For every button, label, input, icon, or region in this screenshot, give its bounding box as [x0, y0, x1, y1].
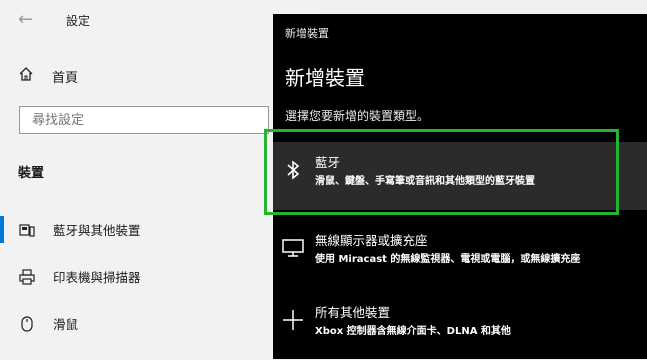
sidebar-item-label: 滑鼠: [53, 317, 79, 332]
plus-icon: [281, 308, 305, 332]
search-input[interactable]: [20, 107, 292, 133]
mouse-icon: [18, 315, 36, 333]
home-icon: [18, 66, 34, 86]
option-description: 滑鼠、鍵盤、手寫筆或音訊和其他類型的藍牙裝置: [315, 176, 535, 187]
sidebar-item-mouse[interactable]: 滑鼠: [0, 300, 320, 347]
active-indicator: [0, 263, 4, 290]
printer-icon: [18, 268, 36, 286]
option-wireless-display[interactable]: 無線顯示器或擴充座 使用 Miracast 的無線監視器、電視或電腦，或無線擴充…: [273, 220, 647, 288]
back-arrow-icon[interactable]: ←: [18, 10, 38, 30]
sidebar-item-label: 藍牙與其他裝置: [53, 223, 141, 238]
bluetooth-devices-icon: [18, 221, 36, 239]
option-name: 所有其他裝置: [315, 305, 391, 320]
window-title: 設定: [66, 14, 91, 28]
home-label: 首頁: [52, 70, 79, 86]
dialog-subtitle: 選擇您要新增的裝置類型。: [285, 109, 430, 123]
sidebar-item-bluetooth[interactable]: 藍牙與其他裝置: [0, 206, 320, 253]
sidebar-nav: 藍牙與其他裝置 印表機與掃描器 滑鼠: [0, 206, 320, 347]
option-description: 使用 Miracast 的無線監視器、電視或電腦，或無線擴充座: [315, 254, 581, 265]
active-indicator: [0, 310, 4, 337]
add-device-dialog: 新增裝置 新增裝置 選擇您要新增的裝置類型。 藍牙 滑鼠、鍵盤、手寫筆或音訊和其…: [273, 14, 647, 359]
option-name: 無線顯示器或擴充座: [315, 233, 428, 248]
option-name: 藍牙: [315, 155, 341, 170]
monitor-icon: [281, 236, 305, 260]
home-link[interactable]: 首頁: [18, 64, 298, 88]
settings-search-box[interactable]: [19, 106, 292, 134]
active-indicator: [0, 216, 4, 243]
option-bluetooth[interactable]: 藍牙 滑鼠、鍵盤、手寫筆或音訊和其他類型的藍牙裝置: [273, 142, 647, 210]
dialog-caption: 新增裝置: [285, 27, 329, 40]
title-bar: ← 設定: [0, 0, 320, 40]
option-description: Xbox 控制器含無線介面卡、DLNA 和其他: [315, 326, 511, 337]
dialog-title: 新增裝置: [285, 66, 365, 90]
bluetooth-icon: [281, 158, 305, 182]
option-other-devices[interactable]: 所有其他裝置 Xbox 控制器含無線介面卡、DLNA 和其他: [273, 292, 647, 360]
sidebar-item-printers[interactable]: 印表機與掃描器: [0, 253, 320, 300]
settings-pane: ← 設定 首頁 裝置 藍牙與其他裝置 印表機與掃描器: [0, 0, 320, 359]
sidebar-item-label: 印表機與掃描器: [53, 270, 141, 285]
section-title: 裝置: [18, 166, 45, 181]
